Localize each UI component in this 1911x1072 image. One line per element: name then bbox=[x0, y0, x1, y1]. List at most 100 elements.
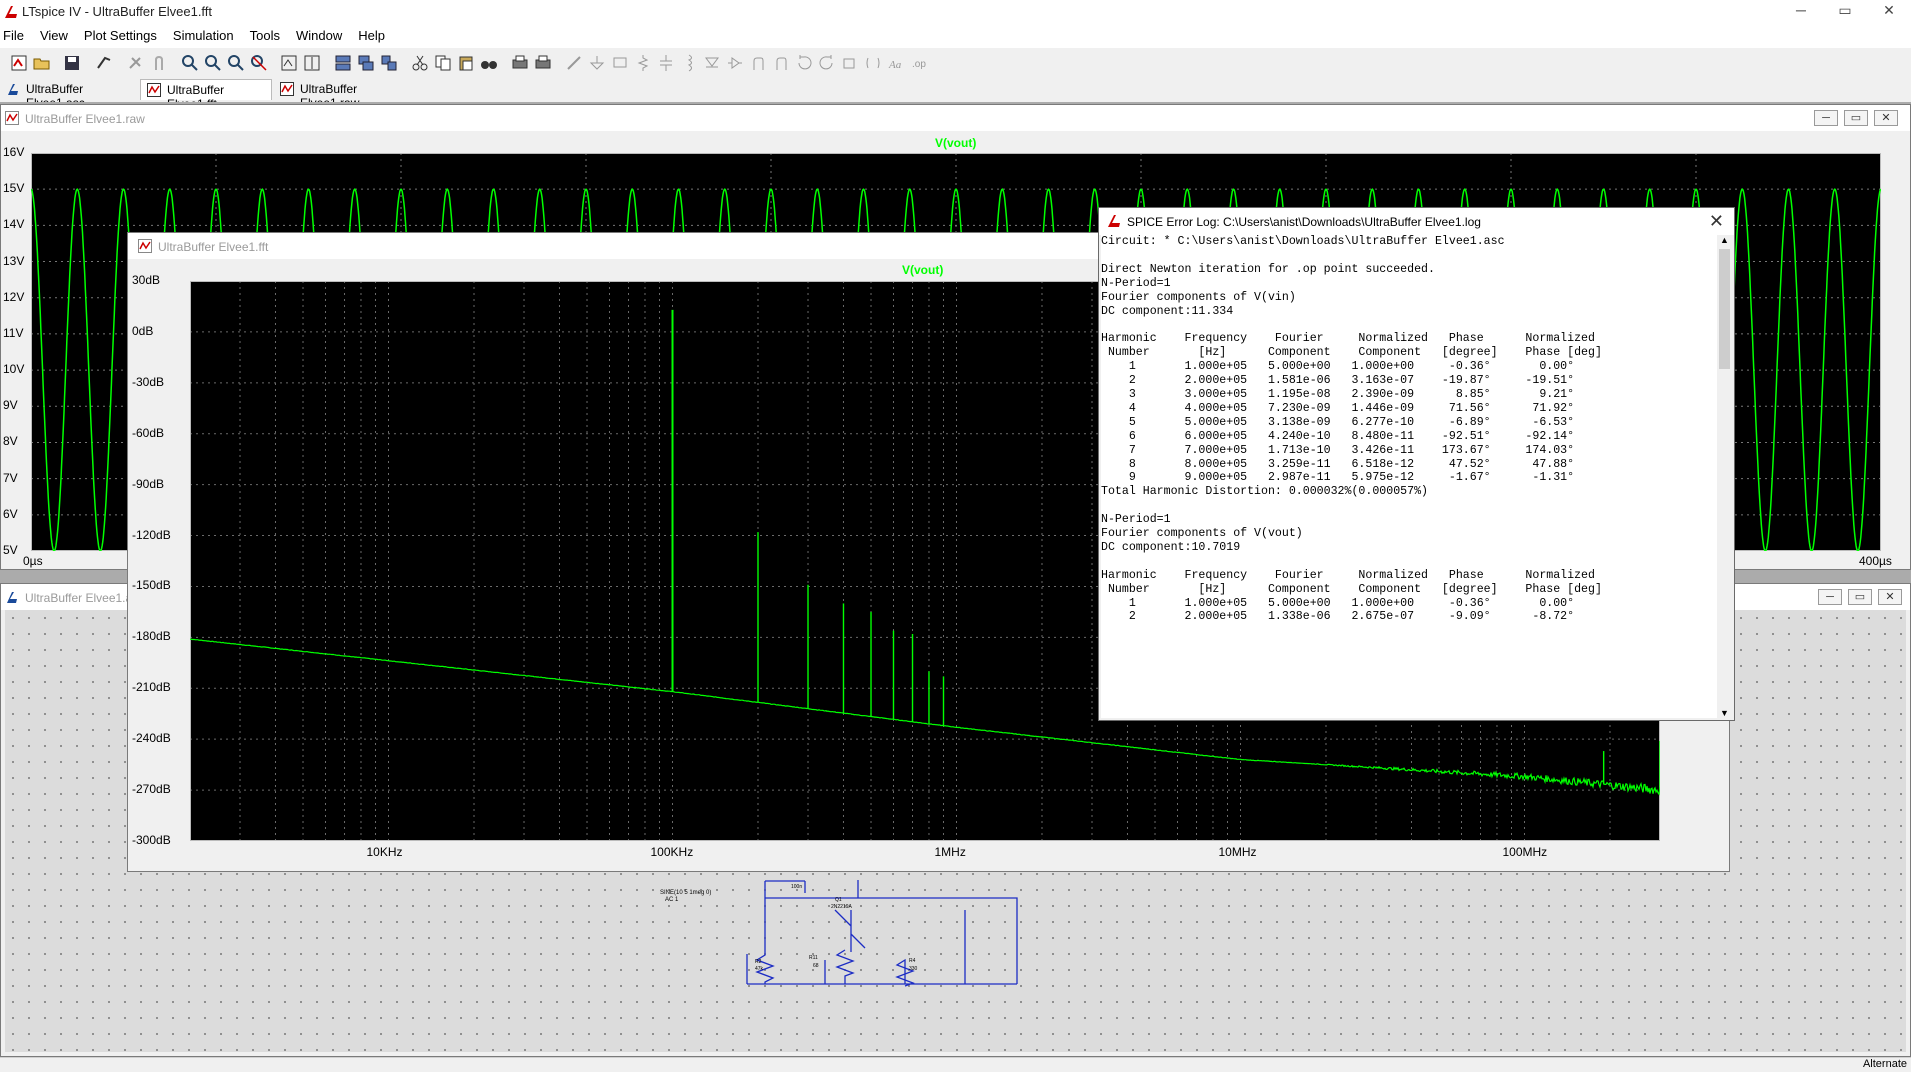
menu-view[interactable]: View bbox=[32, 26, 76, 43]
autorange-y-icon[interactable] bbox=[303, 54, 321, 72]
minimize-button[interactable]: ─ bbox=[1779, 2, 1823, 22]
text-icon[interactable]: Aa bbox=[887, 54, 905, 72]
diode-icon[interactable] bbox=[703, 54, 721, 72]
part-label: Q1 bbox=[835, 897, 842, 903]
redo-icon[interactable] bbox=[818, 54, 836, 72]
tab-raw[interactable]: UltraBuffer Elvee1.raw bbox=[274, 79, 414, 110]
log-line: DC component:10.7019 bbox=[1101, 540, 1241, 554]
fft-y-tick-label: 30dB bbox=[132, 273, 161, 287]
find-icon[interactable] bbox=[480, 54, 498, 72]
log-line: Direct Newton iteration for .op point su… bbox=[1101, 262, 1435, 276]
wire-icon[interactable] bbox=[565, 54, 583, 72]
scroll-down-icon[interactable]: ▼ bbox=[1720, 708, 1729, 718]
ground-icon[interactable] bbox=[588, 54, 606, 72]
run-icon[interactable] bbox=[126, 54, 144, 72]
toolbar: Aa .op bbox=[0, 48, 1911, 79]
log-line: Circuit: * C:\Users\anist\Downloads\Ultr… bbox=[1101, 235, 1505, 248]
halt-icon[interactable] bbox=[150, 54, 168, 72]
raw-window-title-bar[interactable]: UltraBuffer Elvee1.raw ─ ▭ ✕ bbox=[1, 105, 1910, 131]
log-line: 6 6.000e+05 4.240e-10 8.480e-11 -92.51° … bbox=[1101, 429, 1575, 443]
inductor-icon[interactable] bbox=[680, 54, 698, 72]
mirror-icon[interactable] bbox=[864, 54, 882, 72]
source-label-2: AC 1 bbox=[665, 897, 679, 903]
raw-y-tick-label: 13V bbox=[3, 253, 25, 268]
menu-help[interactable]: Help bbox=[350, 26, 393, 43]
fft-y-tick-label: -30dB bbox=[132, 374, 165, 389]
tab-schematic[interactable]: UltraBuffer Elvee1.asc bbox=[0, 79, 140, 110]
maximize-button[interactable]: ▭ bbox=[1844, 110, 1868, 126]
copy-icon[interactable] bbox=[434, 54, 452, 72]
waveform-icon bbox=[147, 83, 161, 97]
cut-icon[interactable] bbox=[411, 54, 429, 72]
tile-horizontal-icon[interactable] bbox=[334, 54, 352, 72]
fft-y-tick-label: -300dB bbox=[132, 833, 171, 847]
zoom-pan-icon[interactable] bbox=[204, 54, 222, 72]
restore-button[interactable]: ▭ bbox=[1823, 2, 1867, 22]
log-line: 1 1.000e+05 5.000e+00 1.000e+00 -0.36° 0… bbox=[1101, 360, 1575, 374]
save-icon[interactable] bbox=[63, 54, 81, 72]
print-preview-icon[interactable] bbox=[511, 54, 529, 72]
part-label: 100n bbox=[791, 884, 802, 890]
menu-simulation[interactable]: Simulation bbox=[165, 26, 242, 43]
scroll-up-icon[interactable]: ▲ bbox=[1720, 235, 1729, 245]
zoom-out-icon[interactable] bbox=[227, 54, 245, 72]
fft-y-tick-label: -150dB bbox=[132, 578, 171, 593]
log-line: DC component:11.334 bbox=[1101, 304, 1234, 318]
close-button[interactable]: ✕ bbox=[1878, 589, 1902, 605]
minimize-button[interactable]: ─ bbox=[1818, 589, 1842, 605]
log-line: Fourier components of V(vout) bbox=[1101, 527, 1303, 541]
tab-fft[interactable]: UltraBuffer Elvee1.fft bbox=[140, 79, 272, 111]
autorange-icon[interactable] bbox=[280, 54, 298, 72]
raw-trace-label[interactable]: V(vout) bbox=[935, 136, 976, 150]
part-label: 2N2219A bbox=[831, 904, 853, 910]
raw-y-tick-label: 5V bbox=[3, 543, 18, 557]
zoom-in-icon[interactable] bbox=[181, 54, 199, 72]
menu-window[interactable]: Window bbox=[288, 26, 350, 43]
status-bar: Alternate bbox=[0, 1057, 1911, 1072]
spice-directive-icon[interactable]: .op bbox=[910, 54, 928, 72]
rotate-icon[interactable] bbox=[841, 54, 859, 72]
part-label: R4 bbox=[909, 958, 916, 964]
menu-tools[interactable]: Tools bbox=[242, 26, 288, 43]
cascade-icon[interactable] bbox=[380, 54, 398, 72]
close-button[interactable]: ✕ bbox=[1867, 2, 1911, 22]
maximize-button[interactable]: ▭ bbox=[1848, 589, 1872, 605]
error-log-title-bar[interactable]: SPICE Error Log: C:\Users\anist\Download… bbox=[1099, 208, 1734, 235]
control-panel-icon[interactable] bbox=[95, 54, 113, 72]
new-schematic-icon[interactable] bbox=[10, 54, 28, 72]
component-icon[interactable] bbox=[726, 54, 744, 72]
error-log-text[interactable]: Circuit: * C:\Users\anist\Downloads\Ultr… bbox=[1101, 235, 1717, 718]
close-button[interactable]: ✕ bbox=[1874, 110, 1898, 126]
fft-trace-label[interactable]: V(vout) bbox=[902, 263, 943, 277]
part-label: 68 bbox=[813, 963, 819, 969]
spice-error-log-window[interactable]: SPICE Error Log: C:\Users\anist\Download… bbox=[1098, 207, 1735, 721]
paste-icon[interactable] bbox=[457, 54, 475, 72]
menu-bar: File View Plot Settings Simulation Tools Wind… bbox=[0, 26, 1911, 48]
close-icon[interactable]: ✕ bbox=[1709, 211, 1724, 232]
menu-plot-settings[interactable]: Plot Settings bbox=[76, 26, 165, 43]
move-icon[interactable] bbox=[749, 54, 767, 72]
resistor-icon[interactable] bbox=[634, 54, 652, 72]
label-icon[interactable] bbox=[611, 54, 629, 72]
log-line: Number [Hz] Component Component [degree]… bbox=[1101, 346, 1602, 360]
raw-window-title: UltraBuffer Elvee1.raw bbox=[25, 112, 145, 126]
scrollbar-thumb[interactable] bbox=[1719, 249, 1730, 369]
raw-y-tick-label: 10V bbox=[3, 362, 25, 377]
zoom-full-icon[interactable] bbox=[250, 54, 268, 72]
log-line: N-Period=1 bbox=[1101, 513, 1171, 527]
raw-y-tick-label: 16V bbox=[3, 145, 25, 159]
print-icon[interactable] bbox=[534, 54, 552, 72]
capacitor-icon[interactable] bbox=[657, 54, 675, 72]
error-log-scrollbar[interactable]: ▲ ▼ bbox=[1717, 235, 1732, 718]
tile-vertical-icon[interactable] bbox=[357, 54, 375, 72]
menu-file[interactable]: File bbox=[0, 26, 32, 43]
window-title: LTspice IV - UltraBuffer Elvee1.fft bbox=[22, 4, 213, 19]
fft-y-tick-label: -90dB bbox=[132, 476, 165, 491]
minimize-button[interactable]: ─ bbox=[1814, 110, 1838, 126]
open-icon[interactable] bbox=[33, 54, 51, 72]
drag-icon[interactable] bbox=[772, 54, 790, 72]
undo-icon[interactable] bbox=[795, 54, 813, 72]
fft-x-tick-label: 100KHz bbox=[650, 845, 694, 859]
